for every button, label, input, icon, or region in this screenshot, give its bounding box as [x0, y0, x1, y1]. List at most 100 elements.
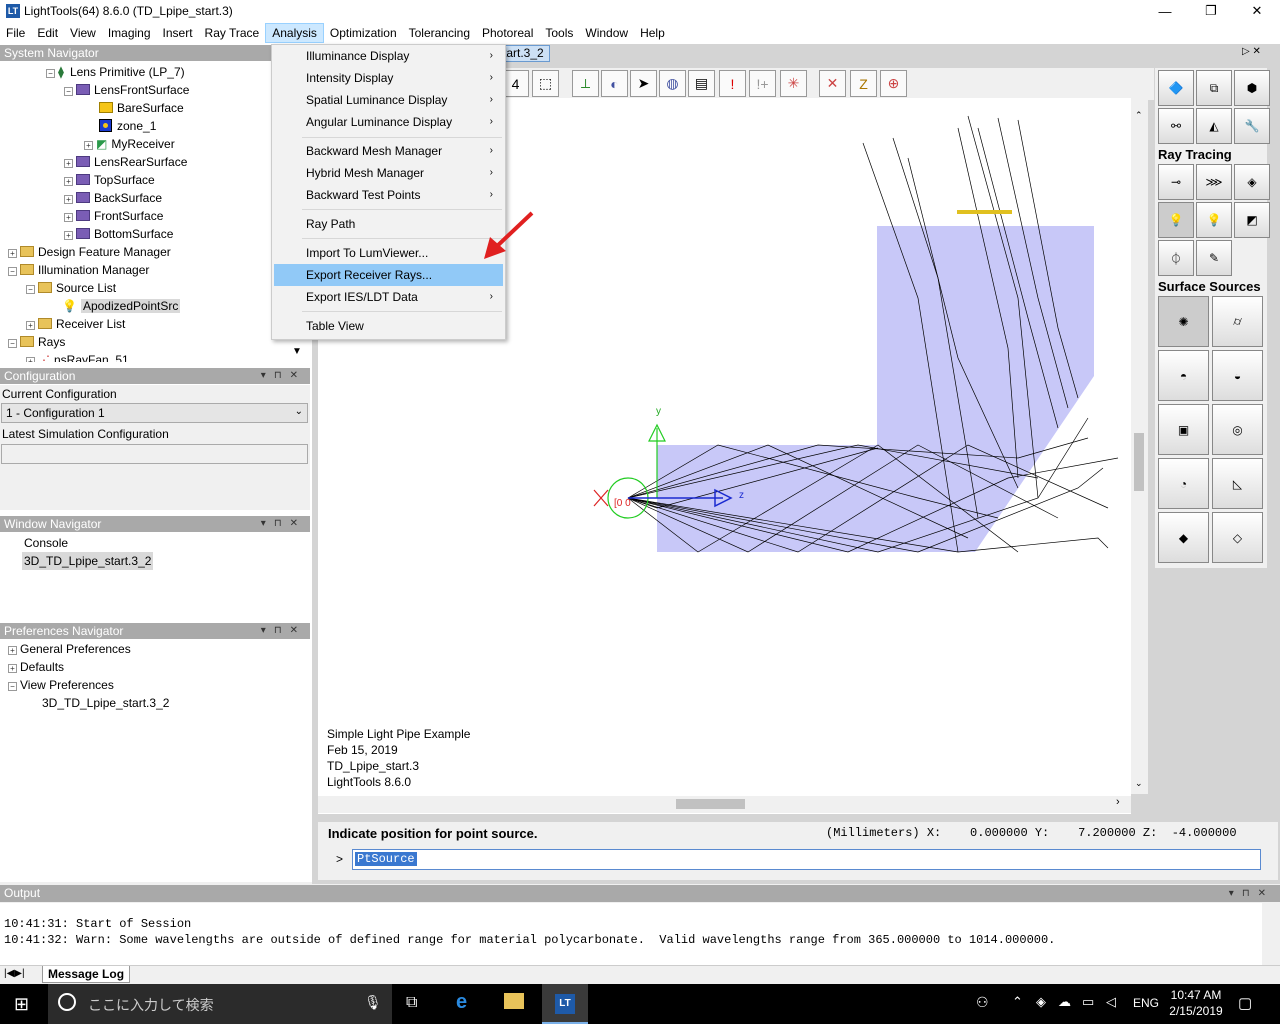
- chevron-right-icon[interactable]: ›: [1116, 796, 1120, 808]
- sketch-tool-icon[interactable]: ✎: [1196, 240, 1232, 276]
- tree-item-topsurface[interactable]: + TopSurface: [64, 171, 155, 189]
- lens-trace-tool-icon[interactable]: ◈: [1234, 164, 1270, 200]
- menu-item-export-receiver-rays[interactable]: Export Receiver Rays...: [274, 264, 503, 286]
- cross-icon[interactable]: ✕: [819, 70, 846, 97]
- tree-item-nsrayfan[interactable]: + ⋰ nsRayFan_51: [26, 351, 129, 362]
- chevron-up-icon[interactable]: ⌃: [1135, 110, 1143, 121]
- output-scrollbar[interactable]: [1262, 903, 1280, 965]
- point-source-tool-icon[interactable]: ✺: [1158, 296, 1209, 347]
- task-view-icon[interactable]: ⧉: [406, 994, 417, 1012]
- seq-trace-tool-icon[interactable]: ⋙: [1196, 164, 1232, 200]
- window-item-3d-view[interactable]: 3D_TD_Lpipe_start.3_2: [22, 552, 154, 570]
- menu-photoreal[interactable]: Photoreal: [476, 23, 539, 43]
- pref-item-view[interactable]: − View Preferences: [8, 676, 114, 694]
- select-arrow-icon[interactable]: ➤: [630, 70, 657, 97]
- chevron-down-icon[interactable]: ▼: [292, 346, 302, 357]
- tab-message-log[interactable]: Message Log: [42, 966, 131, 983]
- bulb-outline-tool-icon[interactable]: 💡: [1196, 202, 1232, 238]
- hemisphere-source-tool-icon[interactable]: ◒: [1212, 350, 1263, 401]
- disk-source-tool-icon[interactable]: ◎: [1212, 404, 1263, 455]
- menu-edit[interactable]: Edit: [31, 23, 64, 43]
- box-source-tool-icon[interactable]: ▣: [1158, 404, 1209, 455]
- cylinder-source-tool-icon[interactable]: ⌭: [1212, 296, 1263, 347]
- lighttools-taskbar-button[interactable]: LT: [542, 984, 588, 1024]
- dropbox-icon[interactable]: ◈: [1036, 994, 1046, 1010]
- tree-item-design-feature-manager[interactable]: + Design Feature Manager: [8, 243, 171, 261]
- solids-tool-icon[interactable]: ⬢: [1234, 70, 1270, 106]
- menu-insert[interactable]: Insert: [157, 23, 199, 43]
- tree-item-rays[interactable]: − Rays: [8, 333, 65, 351]
- diamond-blue-tool-icon[interactable]: ◆: [1158, 512, 1209, 563]
- chevron-down-icon[interactable]: ⌄: [1135, 778, 1143, 789]
- lens-tool-icon[interactable]: 🔷: [1158, 70, 1194, 106]
- wrench-tool-icon[interactable]: 🔧: [1234, 108, 1270, 144]
- pref-item-defaults[interactable]: + Defaults: [8, 658, 64, 676]
- ray-icon[interactable]: ✳: [780, 70, 807, 97]
- mirror-tool-icon[interactable]: ⧉: [1196, 70, 1232, 106]
- menu-item-illuminance-display[interactable]: Illuminance Display ›: [274, 45, 503, 67]
- view-4-button[interactable]: 4: [502, 70, 529, 97]
- tree-item-zone-1[interactable]: zone_1: [99, 117, 156, 135]
- tree-item-baresurface[interactable]: BareSurface: [99, 99, 184, 117]
- text-box-icon[interactable]: ▤: [688, 70, 715, 97]
- tree-item-lensrearsurface[interactable]: + LensRearSurface: [64, 153, 187, 171]
- tree-item-source-list[interactable]: − Source List: [26, 279, 116, 297]
- lens-view-icon[interactable]: ◐: [601, 70, 628, 97]
- file-explorer-icon[interactable]: [504, 993, 524, 1009]
- tree-item-receiver-list[interactable]: + Receiver List: [26, 315, 125, 333]
- vertical-scrollbar[interactable]: ⌃ ⌄: [1131, 98, 1148, 794]
- menu-window[interactable]: Window: [579, 23, 634, 43]
- tree-item-lens-primitive[interactable]: − ⧫ Lens Primitive (LP_7): [46, 63, 185, 81]
- chevron-up-icon[interactable]: ⌃: [1012, 994, 1023, 1010]
- volume-icon[interactable]: ◁: [1106, 994, 1116, 1010]
- edge-icon[interactable]: e: [456, 991, 467, 1014]
- close-button[interactable]: ✕: [1234, 0, 1280, 22]
- tube-source-tool-icon[interactable]: ◺: [1212, 458, 1263, 509]
- menu-analysis[interactable]: Analysis: [265, 23, 324, 43]
- binoculars-tool-icon[interactable]: ⚯: [1158, 108, 1194, 144]
- clock[interactable]: 10:47 AM 2/15/2019: [1168, 987, 1224, 1019]
- tree-item-apodizedpointsrc[interactable]: 💡 ApodizedPointSrc: [62, 297, 181, 315]
- menu-view[interactable]: View: [64, 23, 102, 43]
- sphere-source-tool-icon[interactable]: ◓: [1158, 350, 1209, 401]
- menu-item-table-view[interactable]: Table View: [274, 315, 503, 337]
- menu-item-import-lumviewer[interactable]: Import To LumViewer...: [274, 242, 503, 264]
- menu-imaging[interactable]: Imaging: [102, 23, 157, 43]
- scrollbar-thumb[interactable]: [676, 799, 745, 809]
- configuration-select[interactable]: 1 - Configuration 1 ⌄: [1, 403, 308, 423]
- horizontal-scrollbar[interactable]: ›: [318, 796, 1131, 813]
- tree-item-illumination-manager[interactable]: − Illumination Manager: [8, 261, 149, 279]
- minimize-button[interactable]: —: [1142, 0, 1188, 22]
- menu-item-hybrid-mesh[interactable]: Hybrid Mesh Manager ›: [274, 162, 503, 184]
- lens-pair-icon[interactable]: ◍: [659, 70, 686, 97]
- tab-nav-icon[interactable]: |◀▶|: [4, 968, 25, 979]
- language-indicator[interactable]: ENG: [1133, 996, 1159, 1010]
- cloud-icon[interactable]: ☁: [1058, 994, 1071, 1010]
- ray-trace-tool-icon[interactable]: ⊸: [1158, 164, 1194, 200]
- people-icon[interactable]: ⚇: [976, 994, 989, 1011]
- view-tab[interactable]: tart.3_2: [500, 45, 550, 62]
- prism-tool-icon[interactable]: ◭: [1196, 108, 1232, 144]
- tree-item-myreceiver[interactable]: + ◩ MyReceiver: [84, 135, 175, 153]
- probe-icon[interactable]: ⊕: [880, 70, 907, 97]
- pref-item-general[interactable]: + General Preferences: [8, 640, 131, 658]
- menu-optimization[interactable]: Optimization: [324, 23, 403, 43]
- z-icon[interactable]: Z: [850, 70, 877, 97]
- menu-item-backward-test-points[interactable]: Backward Test Points ›: [274, 184, 503, 206]
- tree-item-backsurface[interactable]: + BackSurface: [64, 189, 162, 207]
- axes-icon[interactable]: ⟂: [572, 70, 599, 97]
- receiver-tool-icon[interactable]: ◩: [1234, 202, 1270, 238]
- notification-icon[interactable]: ▢: [1238, 994, 1252, 1012]
- tab-scroll-icon[interactable]: ▷ ✕: [1242, 46, 1261, 57]
- pref-item-3d-view[interactable]: 3D_TD_Lpipe_start.3_2: [42, 694, 169, 712]
- taskbar-search[interactable]: ここに入力して検索 🎙: [48, 984, 392, 1024]
- tree-item-bottomsurface[interactable]: + BottomSurface: [64, 225, 173, 243]
- windows-start-icon[interactable]: ⊞: [14, 994, 29, 1015]
- scrollbar-thumb[interactable]: [1134, 433, 1144, 491]
- add-alert-icon[interactable]: !+: [749, 70, 776, 97]
- menu-item-ray-path[interactable]: Ray Path: [274, 213, 503, 235]
- menu-item-backward-mesh[interactable]: Backward Mesh Manager ›: [274, 140, 503, 162]
- cone-source-tool-icon[interactable]: ◔: [1158, 458, 1209, 509]
- menu-file[interactable]: File: [0, 23, 31, 43]
- diamond-gold-tool-icon[interactable]: ◇: [1212, 512, 1263, 563]
